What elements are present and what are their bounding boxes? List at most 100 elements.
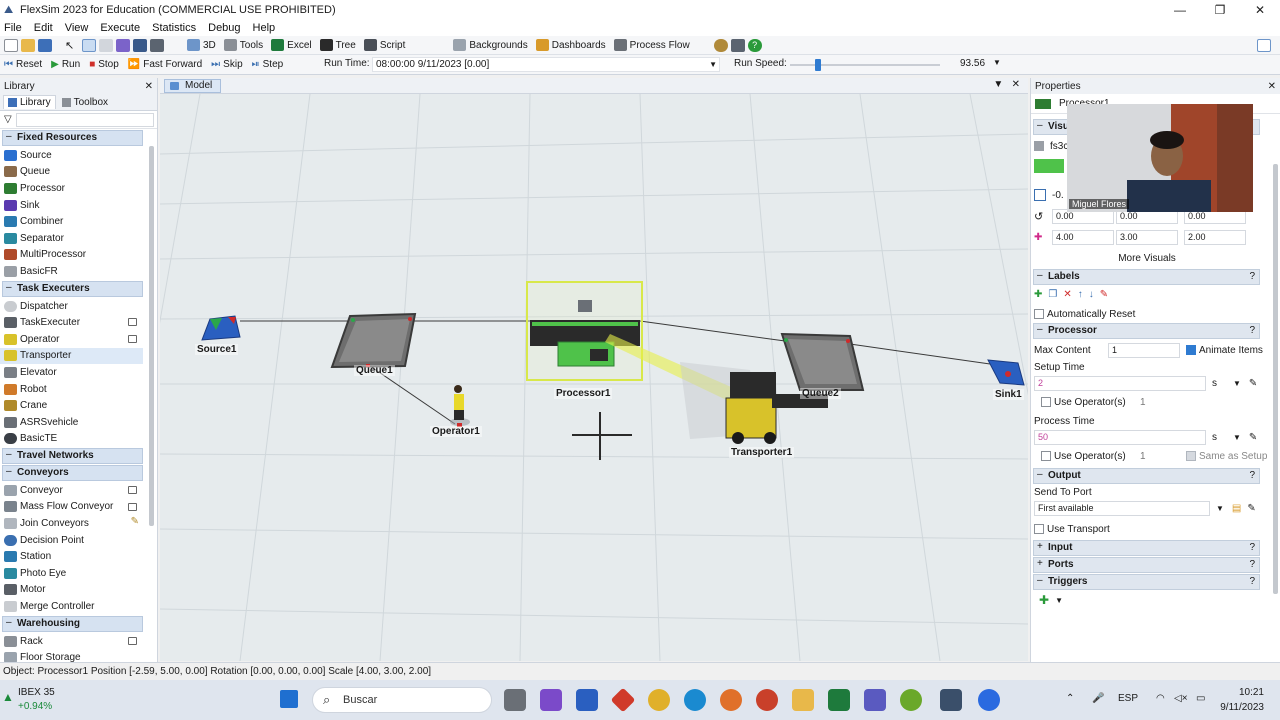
chrome-icon[interactable] — [648, 689, 670, 711]
powerpoint-icon[interactable] — [756, 689, 778, 711]
eyedropper-icon[interactable]: ✎ — [1247, 503, 1255, 514]
library-item-floor-storage[interactable]: Floor Storage — [0, 649, 143, 662]
submenu-icon[interactable] — [128, 502, 137, 511]
library-item-multiprocessor[interactable]: MultiProcessor — [0, 247, 143, 264]
new-file-icon[interactable] — [4, 38, 18, 52]
more-visuals-button[interactable]: More Visuals — [1031, 248, 1260, 268]
tab-model[interactable]: Model — [164, 79, 222, 93]
flexsim-taskbar-icon[interactable] — [940, 689, 962, 711]
library-item-elevator[interactable]: Elevator — [0, 364, 143, 381]
selection-mode-icon[interactable] — [99, 38, 113, 52]
pin-icon[interactable]: ✎ — [1100, 289, 1108, 300]
move-up-icon[interactable]: ↑ — [1078, 289, 1083, 300]
run-time-dropdown[interactable]: 08:00:00 9/11/2023 [0.00] ▼ — [372, 57, 720, 72]
fast-forward-button[interactable]: ⏩ Fast Forward — [128, 59, 202, 70]
menu-help[interactable]: Help — [253, 22, 276, 34]
save-icon[interactable] — [38, 38, 52, 52]
library-item-photo-eye[interactable]: Photo Eye — [0, 565, 143, 582]
tab-library[interactable]: Library — [3, 95, 56, 109]
use-transport-checkbox[interactable] — [1034, 524, 1044, 534]
close-icon[interactable]: ✕ — [145, 81, 153, 92]
scale-y-field[interactable]: 3.00 — [1116, 230, 1178, 245]
battery-icon[interactable]: ▭ — [1196, 693, 1205, 704]
reset-button[interactable]: ⏮ Reset — [4, 59, 42, 70]
operator1-body[interactable] — [454, 394, 464, 410]
library-item-merge-controller[interactable]: Merge Controller — [0, 598, 143, 615]
run-speed-slider-thumb[interactable] — [815, 59, 821, 71]
close-button[interactable]: ✕ — [1240, 0, 1280, 20]
pdf-app-icon[interactable] — [610, 687, 636, 713]
step-button[interactable]: ⏯ Step — [252, 59, 284, 70]
copy-label-icon[interactable]: ❐ — [1048, 289, 1057, 300]
teams-icon[interactable] — [864, 689, 886, 711]
firefox-icon[interactable] — [720, 689, 742, 711]
file-explorer-icon[interactable] — [792, 689, 814, 711]
skip-button[interactable]: ⏭ Skip — [211, 59, 242, 70]
library-item-join-conveyors[interactable]: Join Conveyors ✎ — [0, 515, 143, 532]
section-input-header[interactable]: Input? — [1033, 540, 1260, 556]
section-triggers-header[interactable]: Triggers? — [1033, 574, 1260, 590]
library-item-transporter[interactable]: Transporter — [0, 347, 143, 365]
help-icon[interactable]: ? — [747, 38, 762, 52]
library-item-station[interactable]: Station — [0, 548, 143, 565]
chevron-up-icon[interactable]: ⌃ — [1066, 693, 1074, 704]
tree-button[interactable]: Tree — [319, 39, 356, 51]
excel-icon[interactable] — [828, 689, 850, 711]
section-ports-header[interactable]: Ports? — [1033, 557, 1260, 573]
model-3d-view[interactable]: Source1 Queue1 Processor1 Queue2 Sink1 O… — [160, 94, 1028, 661]
same-as-setup-checkbox[interactable] — [1186, 451, 1196, 461]
gear-icon[interactable] — [713, 38, 728, 52]
chevron-down-icon[interactable]: ▼ — [1055, 596, 1063, 605]
menu-debug[interactable]: Debug — [208, 22, 240, 34]
library-item-processor[interactable]: Processor — [0, 180, 143, 197]
script-button[interactable]: Script — [363, 39, 405, 51]
backgrounds-button[interactable]: Backgrounds — [453, 39, 528, 51]
close-icon[interactable]: ✕ — [1012, 79, 1020, 90]
stock-widget[interactable]: IBEX 35 +0.94% — [18, 686, 55, 714]
section-processor-header[interactable]: Processor? — [1033, 323, 1260, 339]
help-icon[interactable]: ? — [1249, 575, 1255, 589]
library-item-motor[interactable]: Motor — [0, 582, 143, 599]
maximize-button[interactable]: ❐ — [1200, 0, 1240, 20]
library-item-sink[interactable]: Sink — [0, 197, 143, 214]
transporter1-object[interactable] — [725, 397, 777, 439]
setup-use-operators-checkbox[interactable] — [1041, 397, 1051, 407]
window-mode-icon[interactable] — [1257, 39, 1271, 52]
properties-scrollbar[interactable] — [1273, 164, 1278, 594]
send-to-port-field[interactable]: First available — [1034, 500, 1210, 516]
submenu-icon[interactable] — [128, 486, 137, 495]
open-folder-icon[interactable] — [21, 38, 35, 52]
menu-statistics[interactable]: Statistics — [152, 22, 196, 34]
template-icon[interactable]: ▤ — [1232, 503, 1241, 514]
library-item-combiner[interactable]: Combiner — [0, 213, 143, 230]
run-speed-dropdown-icon[interactable]: ▼ — [993, 58, 1001, 67]
library-item-taskexecuter[interactable]: TaskExecuter — [0, 314, 143, 331]
delete-label-icon[interactable]: ✕ — [1063, 289, 1071, 300]
language-indicator[interactable]: ESP — [1118, 693, 1138, 704]
help-icon[interactable]: ? — [1249, 324, 1255, 338]
help-icon[interactable]: ? — [1249, 541, 1255, 555]
library-scrollbar[interactable] — [149, 146, 154, 526]
taskbar-clock[interactable]: 10:21 9/11/2023 — [1220, 685, 1264, 715]
minimize-button[interactable]: — — [1160, 0, 1200, 20]
pencil-icon[interactable]: ✎ — [131, 516, 139, 527]
library-item-asrsvehicle[interactable]: ASRSvehicle — [0, 414, 143, 431]
section-labels-header[interactable]: Labels? — [1033, 269, 1260, 285]
run-button[interactable]: ▶ Run — [51, 59, 80, 70]
menu-view[interactable]: View — [65, 22, 89, 34]
help-icon[interactable]: ? — [1249, 558, 1255, 572]
chevron-down-icon[interactable]: ▼ — [1216, 504, 1224, 513]
submenu-icon[interactable] — [128, 636, 137, 645]
word-icon[interactable] — [576, 689, 598, 711]
process-use-operators-checkbox[interactable] — [1041, 451, 1051, 461]
model-canvas[interactable] — [160, 94, 1028, 661]
submenu-icon[interactable] — [128, 334, 137, 343]
menu-file[interactable]: File — [4, 22, 22, 34]
view-settings-icon[interactable] — [133, 38, 147, 52]
setup-time-field[interactable]: 2 — [1034, 375, 1206, 391]
help-icon[interactable]: ? — [1249, 270, 1255, 284]
library-search-input[interactable] — [15, 112, 154, 127]
library-item-crane[interactable]: Crane — [0, 397, 143, 414]
stop-button[interactable]: ■ Stop — [89, 59, 119, 70]
model-view-controls[interactable]: ▼ ✕ — [993, 79, 1020, 90]
